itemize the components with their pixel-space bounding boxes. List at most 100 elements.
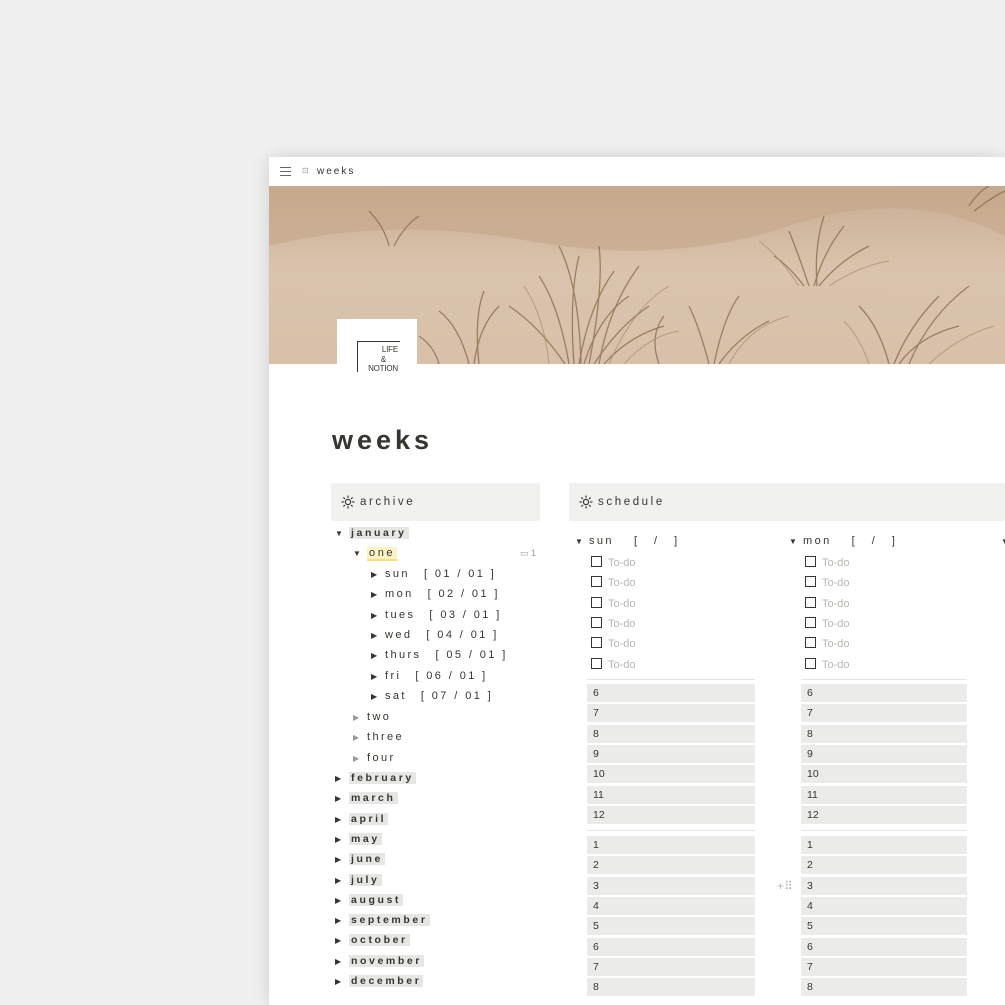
- hour-block[interactable]: 6: [801, 684, 967, 702]
- triangle-right-icon[interactable]: ▶: [335, 770, 349, 788]
- triangle-down-icon[interactable]: ▼: [575, 537, 589, 546]
- checkbox-icon[interactable]: [591, 576, 602, 588]
- hour-block[interactable]: 9: [587, 744, 755, 763]
- hour-block[interactable]: 10: [801, 765, 967, 784]
- month-toggle-may[interactable]: ▶ may: [335, 830, 382, 848]
- todo-item[interactable]: To-do: [805, 554, 850, 572]
- hour-block[interactable]: 6: [801, 937, 967, 956]
- month-toggle-april[interactable]: ▶ april: [335, 810, 389, 829]
- checkbox-icon[interactable]: [591, 556, 602, 567]
- hour-block[interactable]: 9: [801, 744, 967, 763]
- todo-item[interactable]: To-do: [805, 595, 850, 613]
- todo-item[interactable]: To-do: [591, 595, 636, 613]
- todo-item[interactable]: To-do: [591, 574, 636, 592]
- month-toggle-march[interactable]: ▶ march: [335, 789, 398, 807]
- triangle-right-icon[interactable]: ▶: [335, 932, 349, 950]
- checkbox-icon[interactable]: [805, 616, 816, 628]
- add-block-icon[interactable]: +⠿: [777, 879, 793, 893]
- page-title[interactable]: weeks: [332, 425, 433, 456]
- triangle-right-icon[interactable]: ▶: [353, 709, 367, 727]
- month-toggle-september[interactable]: ▶ september: [335, 911, 430, 929]
- checkbox-icon[interactable]: [591, 637, 602, 649]
- day-toggle-wed[interactable]: ▶ wed[ 04 / 01 ]: [371, 626, 499, 644]
- week-toggle-two[interactable]: ▶ two: [353, 708, 391, 726]
- triangle-right-icon[interactable]: ▶: [371, 627, 385, 645]
- hour-block[interactable]: 3: [587, 876, 755, 895]
- month-toggle-december[interactable]: ▶ december: [335, 972, 424, 990]
- week-toggle-four[interactable]: ▶ four: [353, 749, 396, 767]
- hour-block[interactable]: 12: [587, 805, 755, 824]
- month-toggle-november[interactable]: ▶ november: [335, 952, 424, 970]
- hour-block[interactable]: 11: [801, 785, 967, 804]
- triangle-right-icon[interactable]: ▶: [371, 586, 385, 604]
- todo-item[interactable]: To-do: [591, 615, 636, 633]
- month-toggle-july[interactable]: ▶ july: [335, 871, 382, 889]
- month-toggle-february[interactable]: ▶ february: [335, 769, 416, 787]
- todo-item[interactable]: To-do: [591, 656, 636, 674]
- week-toggle-one[interactable]: ▼ one: [353, 544, 398, 563]
- triangle-right-icon[interactable]: ▶: [335, 851, 349, 869]
- hour-block[interactable]: 4: [801, 896, 967, 915]
- checkbox-icon[interactable]: [591, 657, 602, 669]
- todo-item[interactable]: To-do: [805, 656, 850, 674]
- day-toggle-tues[interactable]: ▶ tues[ 03 / 01 ]: [371, 606, 502, 624]
- page-logo[interactable]: LIFE & NOTION: [337, 319, 417, 379]
- triangle-right-icon[interactable]: ▶: [371, 668, 385, 686]
- hour-block[interactable]: 8: [587, 978, 755, 997]
- triangle-right-icon[interactable]: ▶: [371, 607, 385, 625]
- hour-block[interactable]: 8: [801, 724, 967, 743]
- triangle-right-icon[interactable]: ▶: [335, 831, 349, 849]
- triangle-right-icon[interactable]: ▶: [335, 811, 349, 829]
- hour-block[interactable]: 8: [587, 724, 755, 743]
- checkbox-icon[interactable]: [805, 657, 816, 669]
- hour-block[interactable]: 7: [587, 704, 755, 723]
- triangle-down-icon[interactable]: ▼: [789, 537, 803, 546]
- checkbox-icon[interactable]: [805, 637, 816, 649]
- triangle-down-icon[interactable]: ▼: [353, 545, 367, 563]
- triangle-right-icon[interactable]: ▶: [353, 729, 367, 747]
- triangle-right-icon[interactable]: ▶: [353, 750, 367, 768]
- hour-block[interactable]: 8: [801, 978, 967, 997]
- hour-block[interactable]: 5: [587, 917, 755, 936]
- hour-block[interactable]: 4: [587, 896, 755, 915]
- hour-block[interactable]: 1: [587, 836, 755, 854]
- triangle-right-icon[interactable]: ▶: [371, 566, 385, 584]
- todo-item[interactable]: To-do: [591, 554, 636, 572]
- hour-block[interactable]: 10: [587, 765, 755, 784]
- triangle-right-icon[interactable]: ▶: [335, 953, 349, 971]
- checkbox-icon[interactable]: [591, 596, 602, 608]
- month-toggle-august[interactable]: ▶ august: [335, 891, 404, 909]
- triangle-down-icon[interactable]: ▼: [335, 525, 349, 543]
- checkbox-icon[interactable]: [805, 596, 816, 608]
- hour-block[interactable]: 11: [587, 785, 755, 804]
- next-column-toggle[interactable]: ▼: [1001, 535, 1005, 547]
- hour-block[interactable]: 2: [587, 856, 755, 875]
- hour-block[interactable]: 5: [801, 917, 967, 936]
- month-toggle-june[interactable]: ▶ june: [335, 850, 385, 868]
- triangle-right-icon[interactable]: ▶: [335, 872, 349, 890]
- week-toggle-three[interactable]: ▶ three: [353, 728, 404, 746]
- day-toggle-mon[interactable]: ▶ mon[ 02 / 01 ]: [371, 585, 500, 603]
- todo-item[interactable]: To-do: [805, 615, 850, 633]
- hour-block[interactable]: 3: [801, 876, 967, 895]
- todo-item[interactable]: To-do: [805, 635, 850, 653]
- triangle-right-icon[interactable]: ▶: [371, 647, 385, 665]
- month-toggle-october[interactable]: ▶ october: [335, 931, 410, 949]
- hour-block[interactable]: 6: [587, 937, 755, 956]
- hour-block[interactable]: 6: [587, 684, 755, 702]
- checkbox-icon[interactable]: [805, 556, 816, 567]
- hamburger-menu-icon[interactable]: [280, 167, 291, 176]
- triangle-right-icon[interactable]: ▶: [335, 790, 349, 808]
- day-toggle-fri[interactable]: ▶ fri[ 06 / 01 ]: [371, 667, 488, 685]
- hour-block[interactable]: 12: [801, 805, 967, 824]
- todo-item[interactable]: To-do: [805, 574, 850, 592]
- triangle-down-icon[interactable]: ▼: [1001, 537, 1005, 546]
- todo-item[interactable]: To-do: [591, 635, 636, 653]
- hour-block[interactable]: 1: [801, 836, 967, 854]
- day-toggle-sat[interactable]: ▶ sat[ 07 / 01 ]: [371, 687, 493, 705]
- day-column-mon[interactable]: ▼ mon[ / ]: [789, 535, 902, 547]
- hour-block[interactable]: 7: [587, 957, 755, 976]
- hour-block[interactable]: 7: [801, 704, 967, 723]
- triangle-right-icon[interactable]: ▶: [371, 688, 385, 706]
- month-toggle-january[interactable]: ▼ january: [335, 524, 409, 542]
